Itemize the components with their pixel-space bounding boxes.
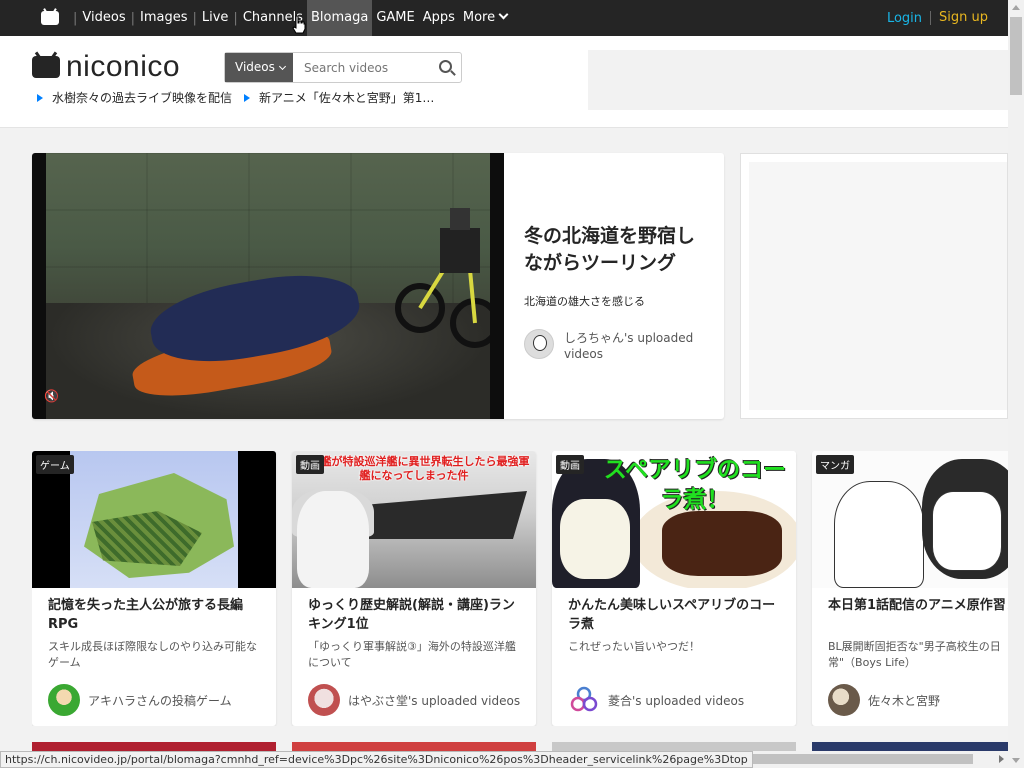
nav-live[interactable]: Live — [198, 0, 233, 36]
featured-video-player[interactable]: 🔇 — [32, 153, 504, 419]
card-owner: はやぶさ堂's uploaded videos — [348, 693, 521, 708]
niconico-logo[interactable]: niconico — [32, 52, 180, 82]
triangle-right-icon — [37, 93, 43, 102]
status-bar-url: https://ch.nicovideo.jp/portal/blomaga?c… — [0, 751, 753, 768]
manga-character — [834, 481, 924, 588]
card-description: これぜったい旨いやつだ！ — [568, 640, 700, 653]
card-title: かんたん美味しいスペアリブのコーラ煮 — [568, 598, 776, 632]
tv-logo-icon — [32, 56, 60, 78]
news-item-text: 水樹奈々の過去ライブ映像を配信 — [52, 91, 233, 105]
nav-apps[interactable]: Apps — [419, 0, 459, 36]
card-owner: 佐々木と宮野 — [868, 693, 941, 708]
featured-info: 冬の北海道を野宿しながらツーリング 北海道の雄大さを感じる しろちゃん's up… — [524, 223, 712, 362]
spareribs-image — [662, 511, 782, 576]
card-thumbnail: スペアリブのコーラ煮！ 動画 — [552, 451, 796, 588]
scroll-right-icon[interactable] — [999, 755, 1004, 763]
site-header: niconico Videos 水樹奈々の過去ライブ映像を配信 新アニメ「佐々木… — [0, 36, 1008, 128]
nav-blomaga[interactable]: Blomaga — [306, 0, 373, 36]
scroll-up-icon[interactable] — [1012, 5, 1020, 10]
card-footer: 菱合's uploaded videos — [568, 684, 744, 716]
chevron-down-icon — [498, 9, 509, 20]
nav-game[interactable]: GAME — [372, 0, 418, 36]
search-input[interactable] — [293, 53, 423, 82]
recommendation-cards: ゲーム 記憶を失った主人公が旅する長編RPG スキル成長ほぼ際限なしのやり込み可… — [32, 451, 1008, 726]
news-item[interactable]: 水樹奈々の過去ライブ映像を配信 — [37, 89, 232, 106]
card-owner: 菱合's uploaded videos — [608, 693, 745, 708]
category-badge: 動画 — [296, 455, 324, 474]
letterbox — [238, 451, 276, 588]
content-card[interactable]: スペアリブのコーラ煮！ 動画 かんたん美味しいスペアリブのコーラ煮 これぜったい… — [552, 451, 796, 726]
search-bar: Videos — [224, 52, 462, 83]
card-description: BL展開断固拒否な"男子高校生の日常"（Boys Life） — [828, 640, 1001, 669]
card-description: スキル成長ほぼ際限なしのやり込み可能なゲーム — [48, 640, 257, 669]
content-card[interactable]: ゲーム 記憶を失った主人公が旅する長編RPG スキル成長ほぼ際限なしのやり込み可… — [32, 451, 276, 726]
featured-uploader[interactable]: しろちゃん's uploaded videos — [524, 329, 712, 362]
horizontal-scrollbar[interactable] — [718, 751, 1008, 768]
brand-wordmark: niconico — [66, 50, 181, 83]
nav-videos[interactable]: Videos — [78, 0, 129, 36]
nav-more[interactable]: More — [459, 0, 511, 36]
avatar — [308, 684, 340, 716]
thumbnail-caption: スペアリブのコーラ煮！ — [603, 457, 787, 513]
search-icon[interactable] — [439, 60, 452, 73]
card-owner: アキハラさんの投稿ゲーム — [88, 693, 232, 708]
global-nav: | Videos | Images | Live | Channels Blom… — [0, 0, 1008, 36]
category-badge: ゲーム — [36, 455, 74, 474]
avatar — [48, 684, 80, 716]
vertical-scrollbar[interactable] — [1008, 0, 1024, 768]
warship-image — [352, 491, 527, 539]
character-face — [297, 491, 369, 588]
content-card[interactable]: マンガ 本日第1話配信のアニメ原作習！ BL展開断固拒否な"男子高校生の日常"（… — [812, 451, 1008, 726]
card-title: 記憶を失った主人公が旅する長編RPG — [48, 598, 244, 632]
card-title: 本日第1話配信のアニメ原作習！ — [828, 598, 1008, 613]
login-link[interactable]: Login — [879, 11, 930, 26]
auth-links: Login Sign up — [879, 0, 988, 36]
news-ticker: 水樹奈々の過去ライブ映像を配信 新アニメ「佐々木と宮野」第1… — [37, 89, 446, 106]
card-footer: はやぶさ堂's uploaded videos — [308, 684, 520, 716]
chevron-down-icon — [278, 62, 286, 71]
hand-cursor-icon — [292, 15, 306, 34]
avatar — [828, 684, 860, 716]
signup-link[interactable]: Sign up — [930, 11, 988, 25]
card-footer: アキハラさんの投稿ゲーム — [48, 684, 232, 716]
side-ad-slot — [740, 153, 1008, 419]
featured-title[interactable]: 冬の北海道を野宿しながらツーリング — [524, 223, 712, 277]
card-thumbnail: 巡洋艦が特設巡洋艦に異世界転生したら最強軍艦になってしまった件 動画 — [292, 451, 536, 588]
thumbnail-caption: 巡洋艦が特設巡洋艦に異世界転生したら最強軍艦になってしまった件 — [298, 455, 530, 482]
card-thumbnail: ゲーム — [32, 451, 276, 588]
card-title: ゆっくり歴史解説(解説・講座)ランキング1位 — [308, 598, 515, 632]
manga-character-face — [932, 491, 1002, 571]
search-category-dropdown[interactable]: Videos — [225, 53, 293, 82]
featured-description: 北海道の雄大さを感じる — [524, 295, 645, 308]
avatar — [524, 329, 554, 359]
featured-video-card[interactable]: 🔇 冬の北海道を野宿しながらツーリング 北海道の雄大さを感じる しろちゃん's … — [32, 153, 724, 419]
scrollbar-thumb[interactable] — [1010, 17, 1022, 95]
triangle-right-icon — [244, 93, 251, 102]
scroll-down-icon[interactable] — [1012, 758, 1020, 763]
card-thumbnail: マンガ — [812, 451, 1008, 588]
search-category-label: Videos — [235, 60, 275, 74]
card-footer: 佐々木と宮野 — [828, 684, 940, 716]
nav-images[interactable]: Images — [136, 0, 192, 36]
scrollbar-thumb[interactable] — [718, 754, 973, 764]
avatar — [570, 686, 598, 712]
card-description: 「ゆっくり軍事解説③」海外の特設巡洋艦について — [308, 640, 516, 669]
motorcycle-image — [395, 208, 490, 348]
uploader-name: しろちゃん's uploaded videos — [564, 331, 694, 361]
niconico-tv-icon[interactable] — [41, 11, 59, 25]
ad-placeholder — [749, 162, 1007, 410]
header-ad-slot — [588, 50, 1008, 110]
category-badge: マンガ — [816, 455, 854, 474]
nav-more-label: More — [462, 10, 496, 25]
news-item[interactable]: 新アニメ「佐々木と宮野」第1… — [244, 89, 434, 106]
mute-icon[interactable]: 🔇 — [44, 389, 64, 405]
category-badge: 動画 — [556, 455, 584, 474]
news-item-text: 新アニメ「佐々木と宮野」第1… — [259, 91, 435, 105]
content-card[interactable]: 巡洋艦が特設巡洋艦に異世界転生したら最強軍艦になってしまった件 動画 ゆっくり歴… — [292, 451, 536, 726]
